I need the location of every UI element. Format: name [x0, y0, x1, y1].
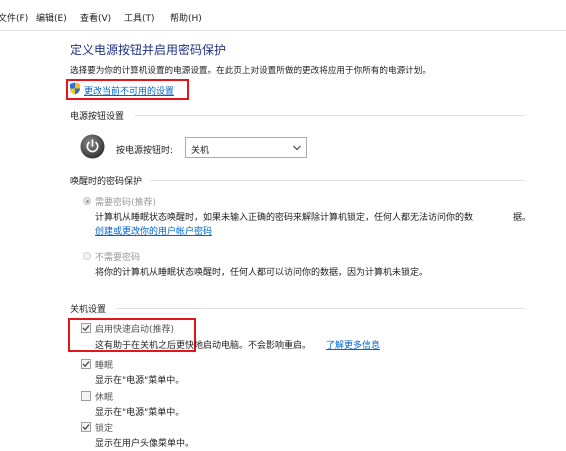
checkmark-icon — [82, 325, 90, 332]
learn-more-link[interactable]: 了解更多信息 — [326, 338, 380, 351]
sleep-label: 睡眠 — [95, 361, 114, 371]
radio-dot — [85, 199, 89, 203]
uac-shield-icon — [69, 82, 81, 98]
section-divider — [150, 180, 525, 181]
require-password-radio[interactable] — [83, 197, 91, 205]
require-password-description-end: 据。 — [513, 213, 532, 223]
page-subtitle: 选择要为你的计算机设置的电源设置。在此页上对设置所做的更改将应用于你所有的电源计… — [70, 66, 431, 76]
hibernate-label: 休眠 — [95, 393, 114, 403]
hibernate-description: 显示在"电源"菜单中。 — [95, 408, 185, 418]
select-value: 关机 — [191, 146, 210, 156]
no-password-radio[interactable] — [83, 252, 91, 260]
menu-file[interactable]: 文件(F) — [0, 11, 28, 24]
no-password-label: 不需要密码 — [95, 253, 141, 263]
sleep-description: 显示在"电源"菜单中。 — [95, 376, 185, 386]
fast-startup-checkbox[interactable] — [81, 323, 91, 333]
no-password-description: 将你的计算机从睡眠状态唤醒时，任何人都可以访问你的数据，因为计算机未锁定。 — [95, 268, 429, 278]
lock-label: 锁定 — [95, 424, 114, 434]
page-title: 定义电源按钮并启用密码保护 — [70, 43, 227, 57]
fast-startup-label: 启用快速启动(推荐) — [95, 325, 175, 335]
lock-checkbox[interactable] — [81, 422, 91, 432]
sleep-checkbox[interactable] — [81, 359, 91, 369]
change-account-password-link[interactable]: 创建或更改你的用户帐户密码 — [95, 224, 212, 237]
menu-help[interactable]: 帮助(H) — [170, 11, 202, 24]
checkmark-icon — [82, 424, 90, 431]
section-divider — [116, 308, 525, 309]
section-divider — [135, 115, 525, 116]
require-password-label: 需要密码(推荐) — [95, 198, 157, 208]
menu-tools[interactable]: 工具(T) — [124, 11, 155, 24]
power-button-action-label: 按电源按钮时: — [116, 146, 174, 156]
section-heading-password: 唤醒时的密码保护 — [70, 177, 143, 187]
section-heading-power-button: 电源按钮设置 — [70, 112, 125, 122]
hibernate-checkbox[interactable] — [81, 391, 91, 401]
require-password-description: 计算机从睡眠状态唤醒时，如果未输入正确的密码来解除计算机锁定，任何人都无法访问你… — [95, 213, 474, 223]
checkmark-icon — [82, 361, 90, 368]
chevron-down-icon — [293, 144, 301, 151]
power-button-icon — [80, 134, 105, 162]
menu-view[interactable]: 查看(V) — [80, 11, 111, 24]
fast-startup-description: 这有助于在关机之后更快地启动电脑。不会影响重启。 — [95, 341, 312, 351]
lock-description: 显示在用户头像菜单中。 — [95, 439, 195, 449]
section-heading-shutdown: 关机设置 — [70, 305, 107, 315]
menu-edit[interactable]: 编辑(E) — [36, 11, 67, 24]
menu-bar: 文件(F) 编辑(E) 查看(V) 工具(T) 帮助(H) — [0, 0, 566, 31]
power-button-action-select[interactable]: 关机 — [185, 137, 307, 158]
change-unavailable-settings-link[interactable]: 更改当前不可用的设置 — [84, 84, 174, 97]
